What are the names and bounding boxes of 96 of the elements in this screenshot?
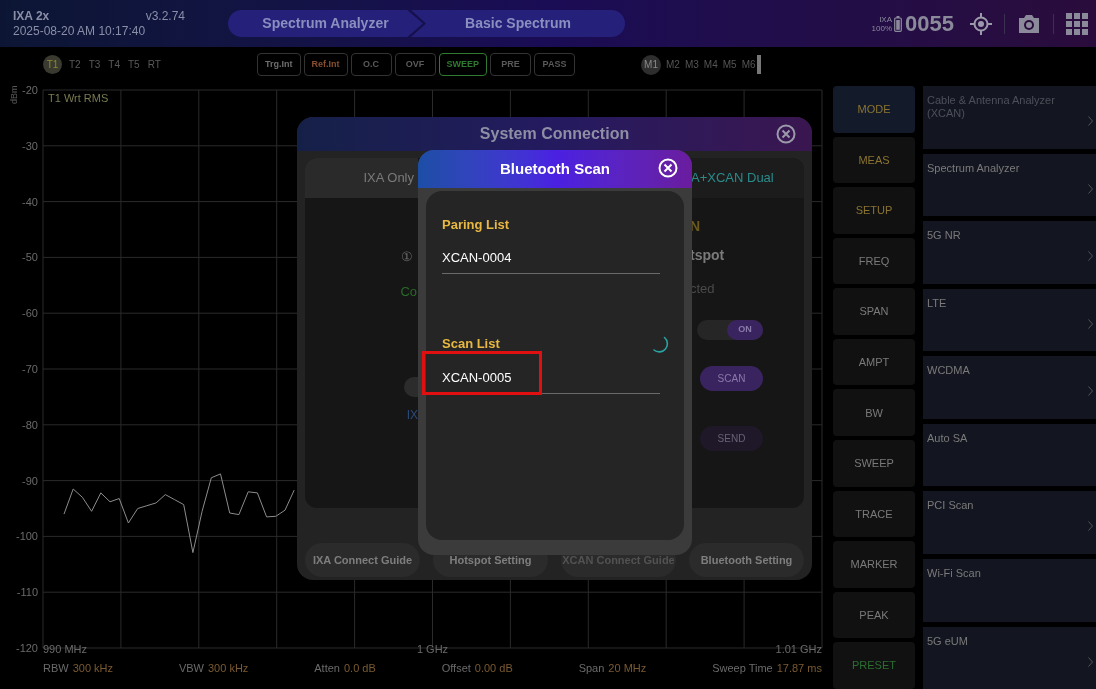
target-icon[interactable] [970,12,992,35]
softkey-button[interactable]: SWEEP [833,440,915,487]
counter-value: 0055 [905,10,954,38]
toggle-switch[interactable] [404,377,418,397]
parameter-value: 300 kHz [208,661,249,677]
softkey-button[interactable]: BW [833,389,915,437]
action-button[interactable]: SCAN [700,366,763,391]
list-heading: Paring List [442,216,510,234]
step-number: ① [401,248,413,266]
softkey-button[interactable]: MODE [833,86,915,133]
y-axis-label: -120 [15,642,38,654]
version-label: v3.2.74 [145,8,185,24]
menu-item[interactable]: Auto SA [923,423,1096,487]
marker-tab[interactable]: M2 [666,57,680,72]
breadcrumb-item[interactable]: Basic Spectrum [411,10,625,37]
softkey-button[interactable]: AMPT [833,338,915,386]
y-axis-label: -70 [22,363,38,375]
status-indicator: SWEEP [438,53,487,76]
status-indicator: Ref.Int [303,53,348,76]
status-indicator: Trg.Int [257,53,301,76]
dialog-title: Bluetooth Scan [500,158,610,179]
y-axis-label: -100 [15,530,38,543]
marker-tab[interactable]: M6 [741,57,756,72]
camera-icon[interactable] [1017,13,1041,34]
y-axis-label: -40 [22,195,38,208]
connection-tab[interactable]: A+XCAN Dual [690,158,804,198]
softkey-button[interactable]: PRESET [833,642,915,689]
status-indicator: PASS [534,53,575,76]
marker-tab[interactable]: M5 [722,57,737,72]
trace-tab[interactable]: T1 [43,55,62,74]
parameter-label: Atten [314,661,340,677]
parameter-label: Offset [441,661,471,677]
y-axis-label: -110 [16,586,38,599]
battery-icon [894,15,903,32]
softkey-button[interactable]: SETUP [833,187,915,234]
softkey-button[interactable]: MARKER [833,541,915,588]
marker-tab[interactable]: M4 [703,57,718,72]
softkey-button[interactable]: PEAK [833,591,915,639]
parameter-label: Sweep Time [712,661,773,677]
battery-percent: 100% [871,23,893,33]
menu-item[interactable]: PCI Scan [923,491,1096,554]
close-icon[interactable] [776,124,796,144]
status-indicator: OVF [394,53,436,76]
x-axis-label: 1 GHz [416,643,449,655]
x-axis-label: 1.01 GHz [775,643,822,655]
parameter-label: Span [578,661,605,677]
menu-item[interactable]: WCDMA [923,356,1096,419]
toggle-switch[interactable]: ON [697,320,763,340]
softkey-button[interactable]: TRACE [833,490,915,538]
y-axis-label: -20 [22,84,38,96]
connection-tab[interactable]: IXA Only [305,158,418,198]
grid-menu-icon[interactable] [1066,12,1088,35]
dialog-button[interactable]: Bluetooth Setting [689,543,804,577]
dialog-title: System Connection [479,124,630,144]
scroll-handle[interactable] [756,55,761,74]
parameter-label: RBW [43,661,69,677]
date-time: 2025-08-20 AM 10:17:40 [13,23,147,39]
menu-item[interactable]: LTE [923,288,1096,352]
dialog-button[interactable]: IXA Connect Guide [305,543,420,577]
status-indicator: PRE [490,53,531,76]
trace-tab[interactable]: T3 [87,57,102,72]
parameter-value: 300 kHz [72,661,114,677]
parameter-value: 0.0 dB [343,661,376,677]
menu-item[interactable]: Wi-Fi Scan [923,558,1096,622]
y-axis-label: -50 [22,251,38,264]
status-text: Co [400,283,417,301]
list-heading: Scan List [442,335,500,353]
parameter-value: 17.87 ms [776,661,822,677]
device-list-item[interactable]: XCAN-0004 [442,242,660,274]
y-axis-label: -90 [22,474,38,487]
y-axis-label: -60 [22,307,38,320]
y-axis-title: dBm [9,85,19,104]
parameter-value: 0.00 dB [474,661,513,677]
y-axis-label: -30 [22,139,38,152]
trace-tab[interactable]: T2 [68,57,82,72]
softkey-button[interactable]: MEAS [833,136,915,184]
menu-item[interactable]: Spectrum Analyzer [923,153,1096,217]
device-model: IXA 2x [13,8,50,24]
parameter-label: VBW [178,661,204,677]
device-list-item[interactable]: XCAN-0005 [442,362,660,394]
trace-legend: T1 Wrt RMS [48,92,109,104]
breadcrumb-item[interactable]: Spectrum Analyzer [228,10,423,37]
trace-tab[interactable]: T4 [107,57,121,72]
parameter-value: 20 MHz [608,661,647,677]
x-axis-label: 990 MHz [43,643,88,655]
status-indicator: O.C [350,53,392,76]
menu-item[interactable]: 5G eUM [923,626,1096,689]
marker-tab[interactable]: M1 [641,54,661,75]
battery-device-label: IXA [879,14,893,24]
trace-tab[interactable]: RT [146,57,162,72]
menu-item[interactable]: 5G NR [923,221,1096,284]
softkey-button[interactable]: SPAN [833,288,915,335]
softkey-button[interactable]: FREQ [833,237,915,285]
marker-tab[interactable]: M3 [684,57,699,72]
trace-tab[interactable]: T5 [127,57,141,72]
y-axis-label: -80 [22,418,38,431]
